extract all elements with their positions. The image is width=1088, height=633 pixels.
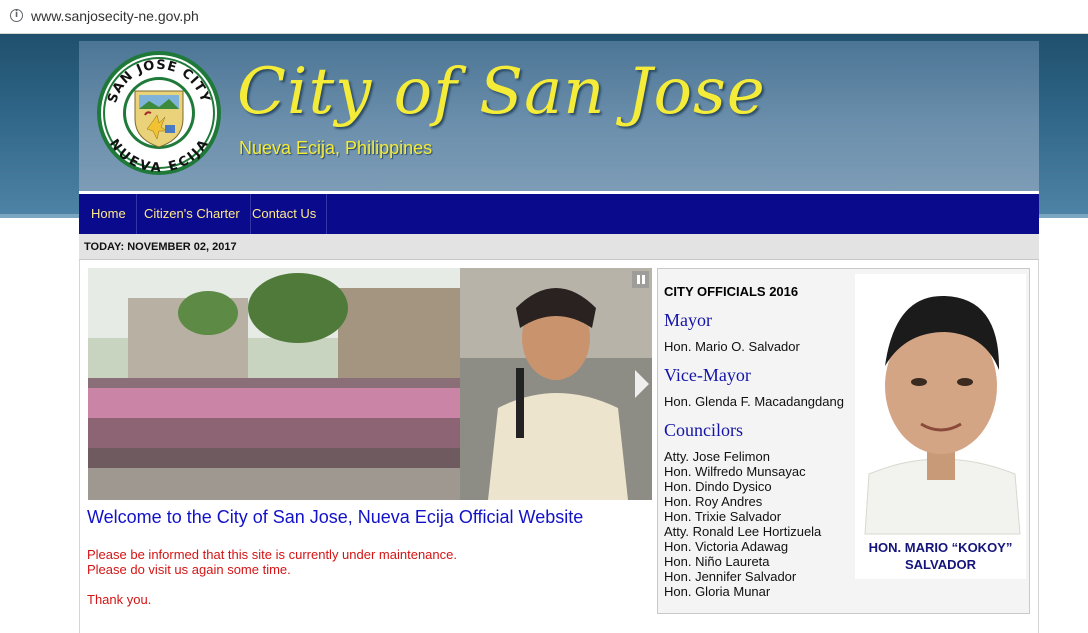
mayor-portrait	[855, 274, 1026, 579]
notice-line-2: Please do visit us again some time.	[87, 562, 291, 577]
maintenance-notice: Please be informed that this site is cur…	[87, 547, 457, 577]
list-item: Hon. Trixie Salvador	[664, 509, 782, 524]
councilors-list: Atty. Jose Felimon Hon. Wilfredo Munsaya…	[664, 449, 821, 599]
list-item: Hon. Wilfredo Munsayac	[664, 464, 806, 479]
main-navigation: Home Citizen's Charter Contact Us	[79, 191, 1039, 234]
site-header-banner: SAN JOSE CITY NUEVA ECIJA City of San Jo…	[79, 41, 1039, 191]
list-item: Hon. Victoria Adawag	[664, 539, 789, 554]
nav-item-contact-us[interactable]: Contact Us	[242, 194, 328, 234]
nav-item-home[interactable]: Home	[81, 194, 137, 234]
list-item: Atty. Ronald Lee Hortizuela	[664, 524, 822, 539]
thank-you-text: Thank you.	[87, 592, 152, 607]
caption-line-1: HON. MARIO “KOKOY”	[868, 540, 1013, 555]
welcome-heading: Welcome to the City of San Jose, Nueva E…	[87, 507, 584, 527]
vice-mayor-name: Hon. Glenda F. Macadangdang	[664, 394, 844, 409]
mayor-name: Hon. Mario O. Salvador	[664, 339, 800, 354]
list-item: Hon. Jennifer Salvador	[664, 569, 797, 584]
browser-address-bar[interactable]: i www.sanjosecity-ne.gov.ph	[0, 0, 1088, 34]
list-item: Hon. Dindo Dysico	[664, 479, 772, 494]
url-text[interactable]: www.sanjosecity-ne.gov.ph	[31, 8, 199, 24]
officials-title: CITY OFFICIALS 2016	[664, 284, 799, 299]
site-title: City of San Jose	[237, 55, 766, 129]
mayor-photo-caption: HON. MARIO “KOKOY” SALVADOR	[855, 539, 1026, 573]
notice-line-1: Please be informed that this site is cur…	[87, 547, 457, 562]
chevron-right-icon[interactable]	[635, 370, 649, 398]
site-subtitle: Nueva Ecija, Philippines	[239, 138, 433, 158]
info-circle-icon[interactable]: i	[10, 9, 23, 22]
mayor-heading: Mayor	[664, 310, 712, 330]
caption-line-2: SALVADOR	[904, 557, 977, 572]
vice-mayor-heading: Vice-Mayor	[664, 365, 751, 385]
city-seal-logo: SAN JOSE CITY NUEVA ECIJA	[97, 51, 221, 176]
list-item: Hon. Gloria Munar	[664, 584, 771, 599]
list-item: Hon. Niño Laureta	[664, 554, 770, 569]
pause-icon[interactable]	[632, 271, 649, 288]
today-date-bar: TODAY: NOVEMBER 02, 2017	[79, 234, 1039, 260]
nav-item-citizens-charter[interactable]: Citizen's Charter	[134, 194, 251, 234]
list-item: Atty. Jose Felimon	[664, 449, 770, 464]
slideshow-image[interactable]	[88, 268, 652, 500]
councilors-heading: Councilors	[664, 420, 743, 440]
list-item: Hon. Roy Andres	[664, 494, 763, 509]
